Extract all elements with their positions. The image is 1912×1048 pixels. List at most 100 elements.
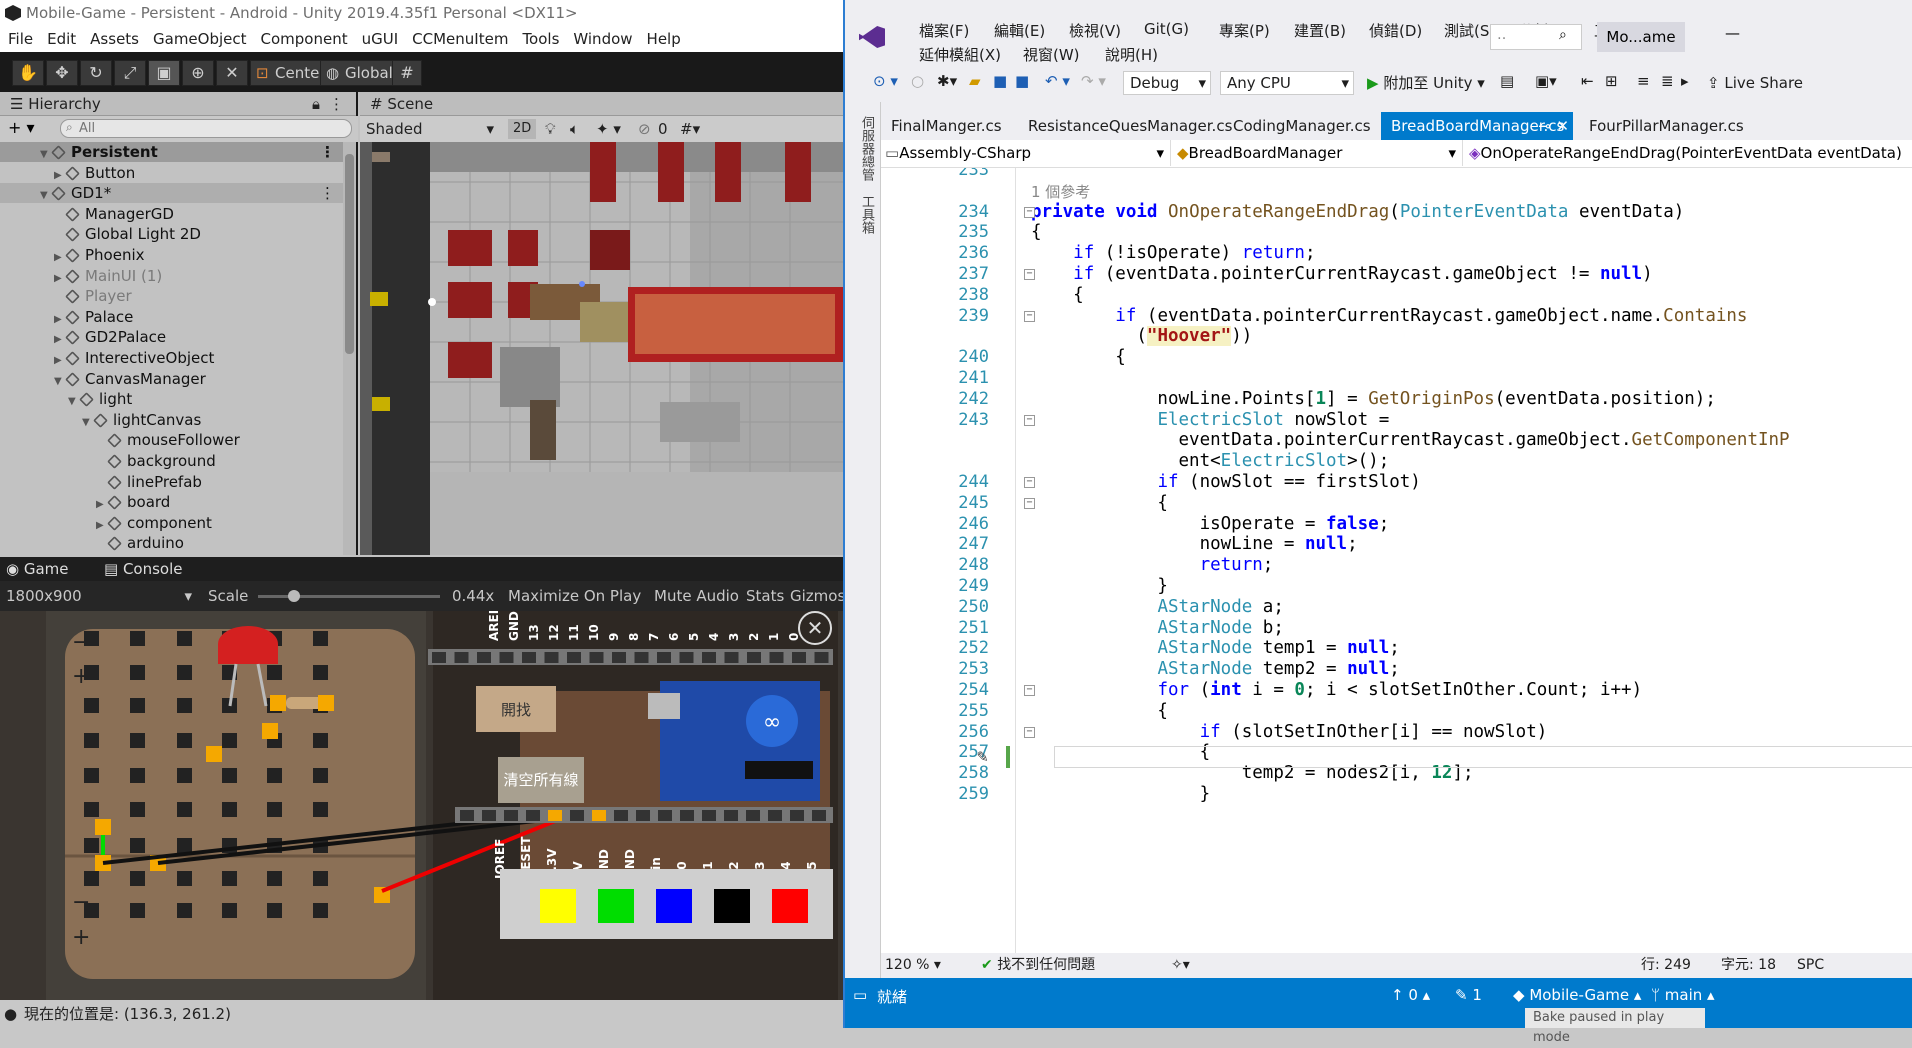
toolbar-misc-icon-6[interactable]: ≣	[1661, 72, 1674, 90]
breadboard-hole[interactable]	[222, 733, 237, 748]
toolbar-misc-icon-2[interactable]: ▣▾	[1535, 72, 1557, 90]
hierarchy-item[interactable]: ▼ Persistent ⋮	[0, 142, 345, 162]
header-slot[interactable]	[747, 652, 761, 663]
live-share-button[interactable]: ⇪ Live Share	[1707, 71, 1803, 95]
header-slot[interactable]	[657, 652, 671, 663]
code-line[interactable]: }	[1031, 576, 1168, 596]
transform-tool-icon[interactable]: ⊕	[182, 60, 214, 86]
code-line[interactable]: {	[1031, 347, 1126, 367]
toolbar-misc-icon-3[interactable]: ⇤	[1581, 72, 1594, 90]
hierarchy-scrollbar[interactable]	[343, 142, 356, 555]
hierarchy-item[interactable]: ▼ CanvasManager	[0, 369, 345, 389]
header-slot[interactable]	[724, 810, 738, 821]
breadboard-hole[interactable]	[267, 903, 282, 918]
header-slot[interactable]	[482, 810, 496, 821]
header-slot[interactable]	[499, 652, 514, 663]
pivot-global-toggle[interactable]: ◍ Global	[320, 60, 400, 86]
hierarchy-item[interactable]: ▶ board	[0, 492, 345, 512]
header-slot[interactable]	[702, 652, 716, 663]
breadboard-hole[interactable]	[267, 665, 282, 680]
toolbar-misc-icon-5[interactable]: ≡	[1637, 72, 1650, 90]
move-tool-icon[interactable]: ✥	[46, 60, 78, 86]
fold-toggle-icon[interactable]: −	[1024, 310, 1035, 322]
hierarchy-item[interactable]: ▶ Phoenix	[0, 245, 345, 265]
maximize-on-play-toggle[interactable]: Maximize On Play	[508, 581, 641, 611]
code-line[interactable]: for (int i = 0; i < slotSetInOther.Count…	[1031, 680, 1642, 700]
wire-color-swatch[interactable]	[540, 889, 576, 923]
breadboard-hole[interactable]	[84, 698, 99, 713]
wire-color-swatch[interactable]	[714, 889, 750, 923]
hierarchy-item[interactable]: linePrefab	[0, 472, 345, 492]
issues-indicator[interactable]: ✔ 找不到任何問題	[981, 953, 1095, 978]
vs-menu-item[interactable]: Git(G)	[1144, 20, 1189, 38]
header-slot[interactable]	[658, 810, 672, 821]
fold-toggle-icon[interactable]: −	[1024, 726, 1035, 738]
new-project-icon[interactable]: ✱▾	[937, 72, 957, 90]
tab-game[interactable]: ◉ Game	[6, 557, 69, 581]
hierarchy-item[interactable]: ▶ Palace	[0, 307, 345, 327]
item-menu-icon[interactable]: ⋮	[320, 142, 335, 162]
vs-menu-item[interactable]: 視窗(W)	[1023, 44, 1080, 65]
code-line[interactable]: 1 個參考	[1031, 181, 1090, 202]
project-dropdown[interactable]: ▭Assembly-CSharp ▾	[881, 140, 1171, 166]
server-explorer-tab[interactable]: 伺服器總管	[857, 116, 876, 181]
solution-name-badge[interactable]: Mo...ame	[1597, 22, 1685, 52]
panel-menu-icon[interactable]: ⋮	[329, 92, 344, 116]
shading-mode-dropdown[interactable]: Shaded ▾	[366, 116, 498, 142]
breadboard-hole[interactable]	[84, 733, 99, 748]
toggle-2d-button[interactable]: 2D	[508, 119, 537, 139]
platform-dropdown[interactable]: Any CPU ▾	[1220, 71, 1354, 95]
breadboard-hole[interactable]	[313, 631, 328, 646]
scene-grid-toggle-icon[interactable]: #▾	[680, 116, 700, 142]
breadboard-hole[interactable]	[130, 903, 145, 918]
breadboard-hole[interactable]	[177, 698, 192, 713]
breadboard-hole[interactable]	[177, 871, 192, 886]
repository-indicator[interactable]: ◆ Mobile-Game ▴	[1513, 986, 1641, 1004]
hierarchy-item[interactable]: arduino	[0, 533, 345, 553]
code-line[interactable]: if (!isOperate) return;	[1031, 243, 1315, 263]
back-icon[interactable]: ⊙ ▾	[873, 72, 898, 90]
header-slot[interactable]	[589, 652, 604, 663]
vs-menu-item[interactable]: 檔案(F)	[919, 20, 969, 41]
vs-search-box[interactable]: ‥ ⌕	[1490, 24, 1582, 50]
header-slot[interactable]	[522, 652, 536, 663]
code-line[interactable]: return;	[1031, 555, 1274, 575]
header-slot[interactable]	[680, 810, 694, 821]
breadboard-hole[interactable]	[222, 903, 237, 918]
code-line[interactable]: AStarNode b;	[1031, 618, 1283, 638]
header-slot[interactable]	[612, 652, 626, 663]
breadboard-hole[interactable]	[130, 665, 145, 680]
breadboard-hole[interactable]	[84, 802, 99, 817]
code-line[interactable]: ElectricSlot nowSlot =	[1031, 410, 1389, 430]
fold-toggle-icon[interactable]: −	[1024, 269, 1035, 280]
resolution-dropdown[interactable]: 1800x900 ▾	[6, 581, 196, 611]
zoom-dropdown[interactable]: 120 % ▾	[885, 953, 963, 978]
configuration-dropdown[interactable]: Debug ▾	[1123, 71, 1211, 95]
toolbar-misc-icon-1[interactable]: ▤	[1500, 72, 1514, 90]
scrollbar-thumb[interactable]	[345, 154, 354, 354]
breadboard-hole[interactable]	[177, 903, 192, 918]
header-slot[interactable]	[460, 810, 474, 821]
stats-toggle[interactable]: Stats	[746, 581, 784, 611]
reference-count[interactable]: 1 個參考	[1031, 183, 1090, 201]
scale-tool-icon[interactable]: ⤢	[114, 60, 146, 86]
code-line[interactable]: {	[1031, 285, 1084, 305]
header-slot[interactable]	[477, 652, 491, 663]
header-slot[interactable]	[526, 810, 540, 821]
breadboard-hole[interactable]	[313, 903, 328, 918]
breadboard-hole[interactable]	[267, 802, 282, 817]
gizmos-toggle[interactable]: Gizmos	[790, 581, 845, 611]
menu-window[interactable]: Window	[573, 26, 632, 52]
pin-icon[interactable]: ⊸	[1538, 112, 1551, 140]
code-line[interactable]: AStarNode a;	[1031, 597, 1283, 617]
breadboard-hole[interactable]	[177, 802, 192, 817]
scale-slider[interactable]	[258, 590, 440, 602]
custom-tool-icon[interactable]: ✕	[216, 60, 248, 86]
scene-lighting-icon[interactable]: 💡︎	[545, 116, 556, 142]
wire-color-swatch[interactable]	[772, 889, 808, 923]
close-tab-icon[interactable]: ✕	[1556, 112, 1569, 140]
breadboard-hole[interactable]	[313, 665, 328, 680]
fold-toggle-icon[interactable]: −	[1024, 685, 1035, 696]
tab-finalmanger[interactable]: FinalManger.cs	[881, 112, 1012, 140]
code-line[interactable]: if (eventData.pointerCurrentRaycast.game…	[1031, 264, 1653, 284]
